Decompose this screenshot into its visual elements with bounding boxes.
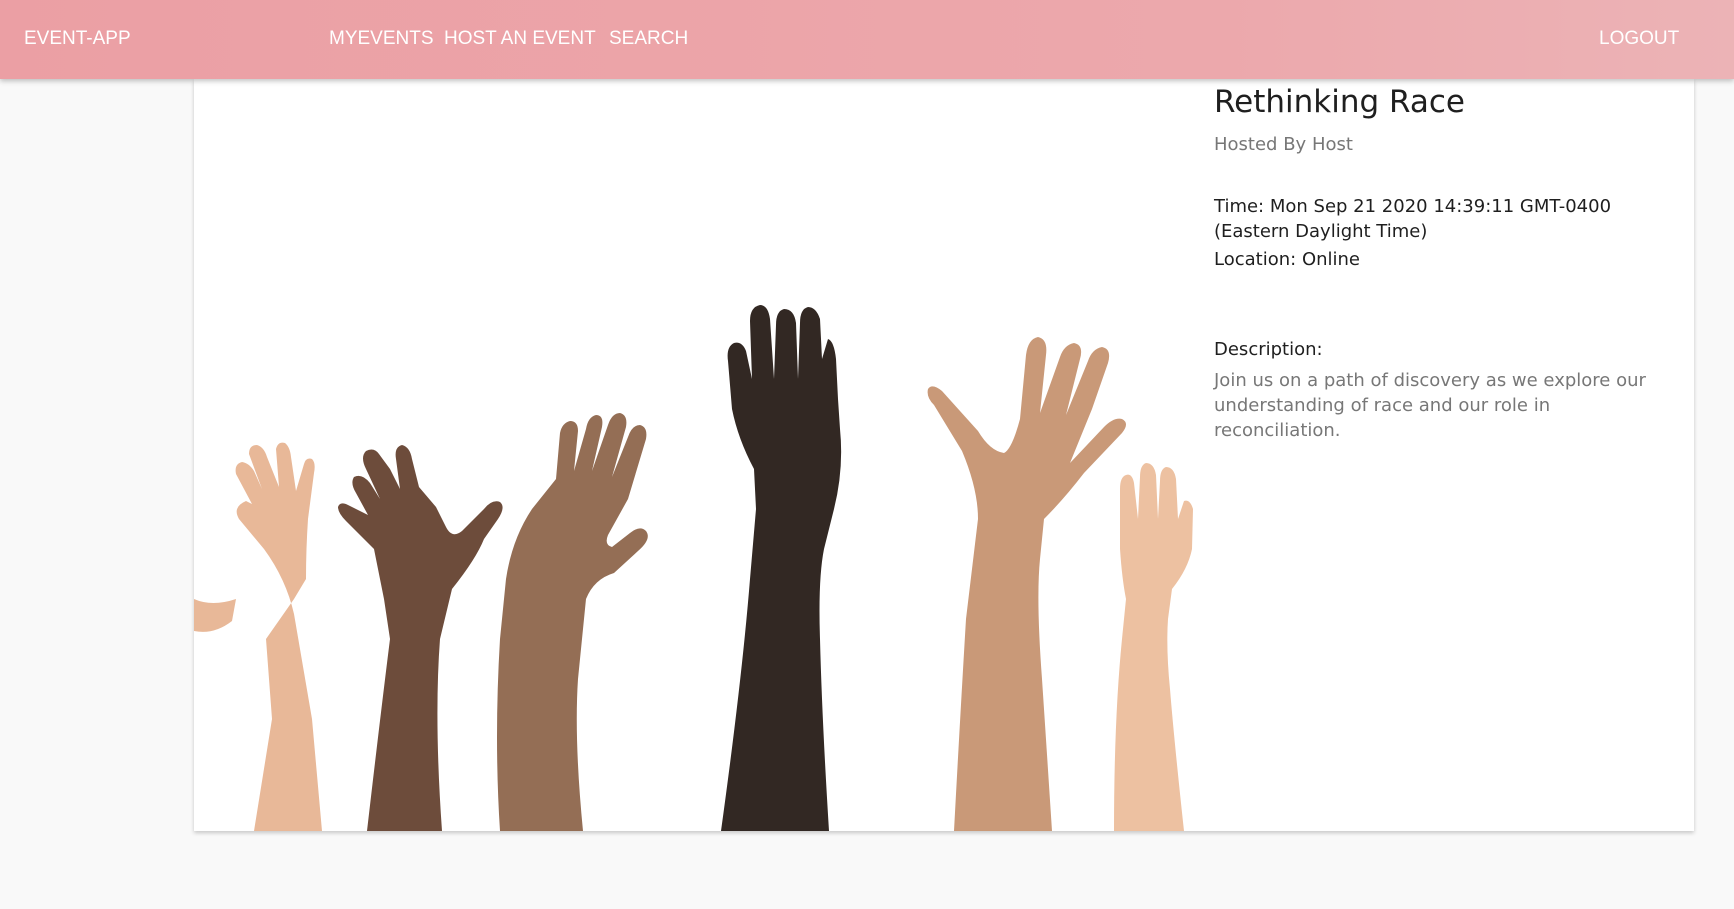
description-text: Join us on a path of discovery as we exp… (1214, 370, 1646, 441)
raised-hands-illustration (194, 79, 1193, 831)
hosted-by-prefix: Hosted By (1214, 134, 1307, 155)
location-label: Location: (1214, 249, 1297, 270)
nav-link-host-an-event[interactable]: HOST AN EVENT (444, 0, 596, 79)
event-location: Location: Online (1214, 249, 1360, 270)
event-card: Rethinking Race Hosted By Host Time: Mon… (194, 79, 1694, 831)
event-title: Rethinking Race (1214, 84, 1465, 120)
event-image (194, 79, 1193, 831)
host-name: Host (1311, 134, 1353, 155)
nav-link-search[interactable]: SEARCH (609, 0, 688, 79)
time-value: Mon Sep 21 2020 14:39:11 GMT-0400 (Easte… (1214, 196, 1612, 242)
top-navbar: EVENT-APP MYEVENTS HOST AN EVENT SEARCH … (0, 0, 1734, 79)
description-label: Description: (1214, 339, 1323, 360)
time-label: Time: (1214, 196, 1265, 217)
event-time: Time: Mon Sep 21 2020 14:39:11 GMT-0400 … (1214, 194, 1654, 244)
nav-link-myevents[interactable]: MYEVENTS (329, 0, 434, 79)
logout-link[interactable]: LOGOUT (1599, 0, 1679, 79)
location-value: Online (1301, 249, 1360, 270)
brand-link[interactable]: EVENT-APP (24, 0, 131, 79)
hosted-by-line: Hosted By Host (1214, 134, 1353, 155)
